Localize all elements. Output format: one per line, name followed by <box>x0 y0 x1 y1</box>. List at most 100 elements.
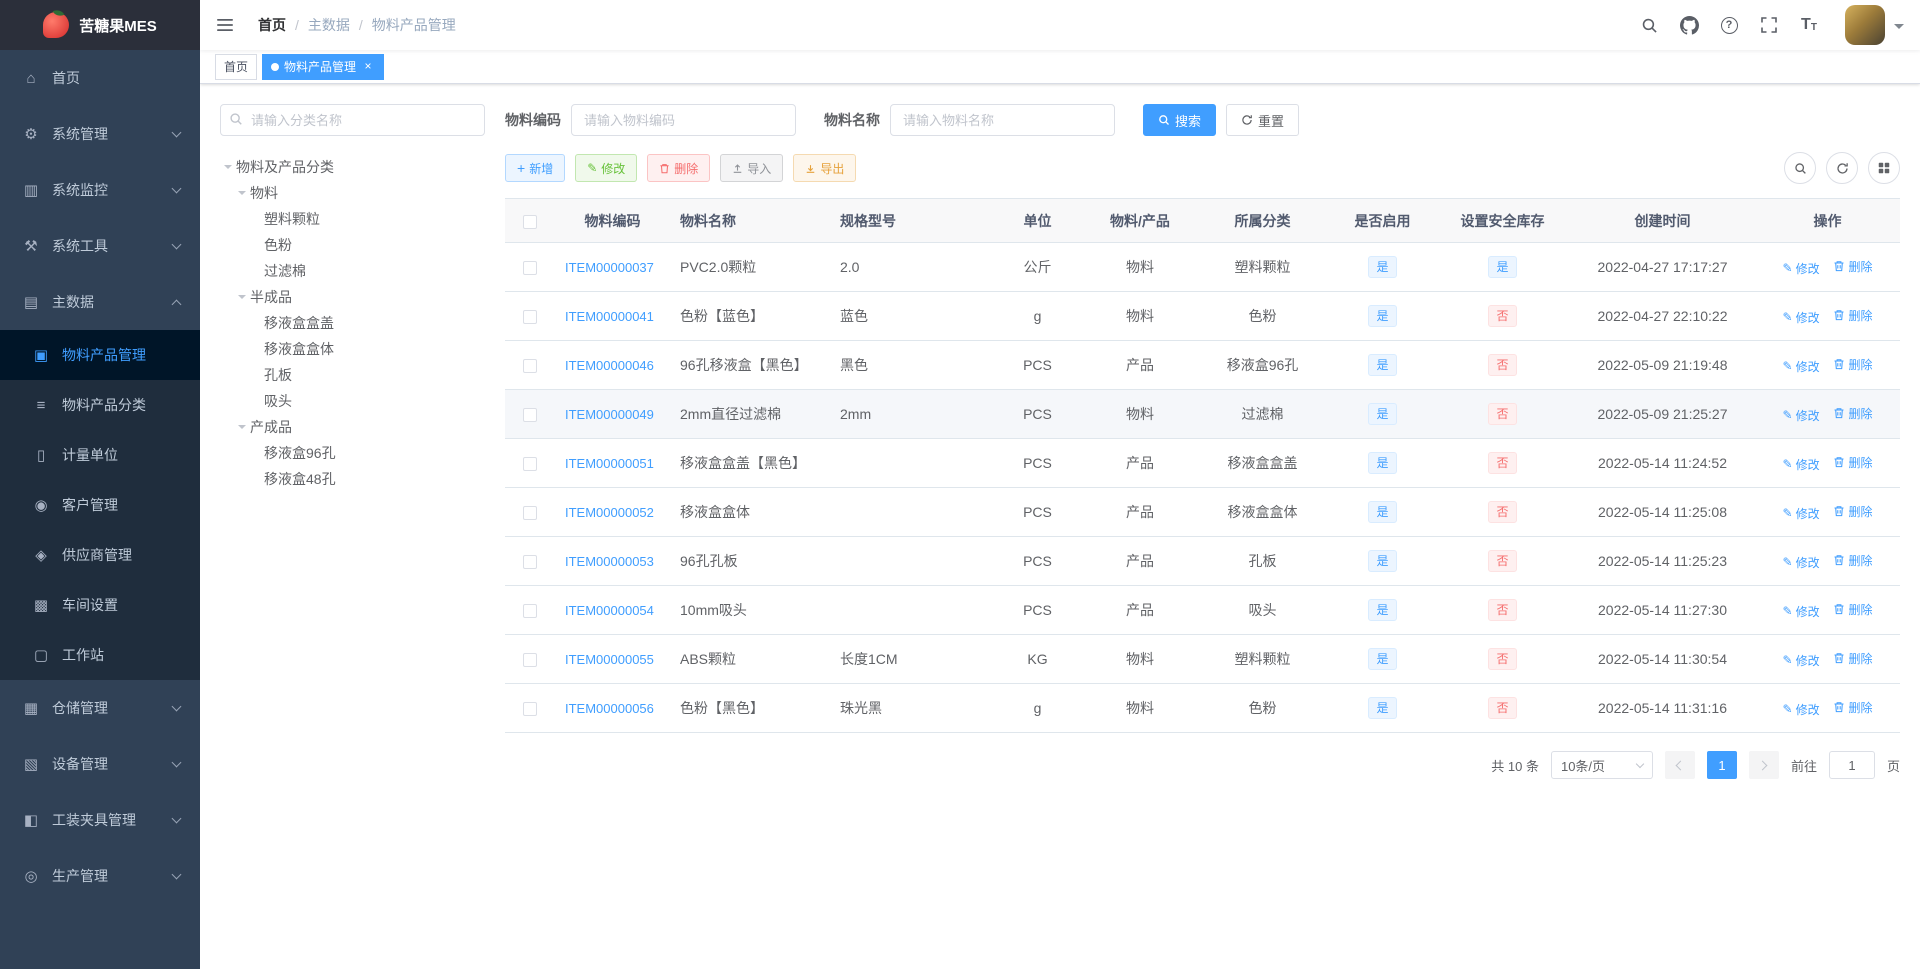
row-checkbox[interactable] <box>523 310 537 325</box>
row-checkbox[interactable] <box>523 261 537 276</box>
fullscreen-icon[interactable] <box>1749 0 1789 50</box>
row-edit-button[interactable]: 修改 <box>1783 554 1820 571</box>
row-edit-button[interactable]: 修改 <box>1783 358 1820 375</box>
prev-page-button[interactable] <box>1664 751 1695 779</box>
sidebar-item-measure-unit[interactable]: ▯ 计量单位 <box>0 430 200 480</box>
row-delete-button[interactable]: 删除 <box>1833 699 1872 716</box>
sidebar-item-supplier[interactable]: ◈ 供应商管理 <box>0 530 200 580</box>
user-menu[interactable] <box>1839 5 1910 45</box>
tab-inactive[interactable]: 首页 <box>215 53 258 80</box>
sidebar-item-workstation[interactable]: ▢ 工作站 <box>0 630 200 680</box>
sidebar-item-fixture[interactable]: ◧ 工装夹具管理 <box>0 792 200 848</box>
tree-node[interactable]: 吸头 <box>220 388 485 414</box>
row-delete-button[interactable]: 删除 <box>1833 601 1872 618</box>
reset-button[interactable]: 重置 <box>1226 104 1300 136</box>
row-checkbox[interactable] <box>523 359 537 374</box>
tree-node[interactable]: 塑料颗粒 <box>220 206 485 232</box>
row-edit-button[interactable]: 修改 <box>1783 309 1820 326</box>
row-delete-button[interactable]: 删除 <box>1833 503 1872 520</box>
tree-node[interactable]: 物料及产品分类 <box>220 154 485 180</box>
row-edit-button[interactable]: 修改 <box>1783 603 1820 620</box>
sidebar-item-home[interactable]: ⌂ 首页 <box>0 50 200 106</box>
material-code-link[interactable]: ITEM00000053 <box>565 554 654 569</box>
material-code-link[interactable]: ITEM00000056 <box>565 701 654 716</box>
row-checkbox[interactable] <box>523 457 537 472</box>
row-checkbox[interactable] <box>523 408 537 423</box>
breadcrumb-item[interactable]: 首页 <box>258 15 286 35</box>
font-size-icon[interactable] <box>1789 0 1829 50</box>
add-button[interactable]: 新增 <box>505 154 566 182</box>
tree-node[interactable]: 移液盒盒体 <box>220 336 485 362</box>
category-search-input[interactable] <box>220 104 485 136</box>
row-edit-button[interactable]: 修改 <box>1783 505 1820 522</box>
help-icon[interactable] <box>1709 0 1749 50</box>
row-checkbox[interactable] <box>523 604 537 619</box>
row-checkbox[interactable] <box>523 653 537 668</box>
sidebar-item-customer[interactable]: ◉ 客户管理 <box>0 480 200 530</box>
sidebar-item-gear[interactable]: ⚙ 系统管理 <box>0 106 200 162</box>
tree-node[interactable]: 移液盒48孔 <box>220 466 485 492</box>
tree-node[interactable]: 物料 <box>220 180 485 206</box>
edit-button[interactable]: 修改 <box>575 154 638 182</box>
row-delete-button[interactable]: 删除 <box>1833 650 1872 667</box>
material-name-input[interactable] <box>890 104 1115 136</box>
columns-button[interactable] <box>1868 152 1900 184</box>
tree-node[interactable]: 产成品 <box>220 414 485 440</box>
page-size-select[interactable]: 10条/页 <box>1550 751 1653 779</box>
sidebar-item-material-management[interactable]: ▣ 物料产品管理 <box>0 330 200 380</box>
sidebar-item-database[interactable]: ▤ 主数据 <box>0 274 200 330</box>
sidebar-item-device[interactable]: ▧ 设备管理 <box>0 736 200 792</box>
material-code-link[interactable]: ITEM00000041 <box>565 309 654 324</box>
delete-button[interactable]: 删除 <box>647 154 711 182</box>
row-delete-button[interactable]: 删除 <box>1833 405 1872 422</box>
row-delete-button[interactable]: 删除 <box>1833 307 1872 324</box>
page-1-button[interactable]: 1 <box>1706 751 1737 779</box>
sidebar-item-material-category[interactable]: ≡ 物料产品分类 <box>0 380 200 430</box>
app-logo[interactable]: 苦糖果MES <box>0 0 200 50</box>
row-checkbox[interactable] <box>523 506 537 521</box>
material-code-link[interactable]: ITEM00000052 <box>565 505 654 520</box>
row-edit-button[interactable]: 修改 <box>1783 260 1820 277</box>
sidebar-item-workshop[interactable]: ▩ 车间设置 <box>0 580 200 630</box>
tree-node[interactable]: 移液盒96孔 <box>220 440 485 466</box>
import-button[interactable]: 导入 <box>720 154 784 182</box>
tree-node[interactable]: 过滤棉 <box>220 258 485 284</box>
row-checkbox[interactable] <box>523 555 537 570</box>
select-all-checkbox[interactable] <box>523 214 537 229</box>
material-code-link[interactable]: ITEM00000037 <box>565 260 654 275</box>
material-code-link[interactable]: ITEM00000054 <box>565 603 654 618</box>
toggle-search-button[interactable] <box>1784 152 1816 184</box>
tab-close-icon[interactable] <box>361 60 375 74</box>
tree-node[interactable]: 色粉 <box>220 232 485 258</box>
sidebar-item-tools[interactable]: ⚒ 系统工具 <box>0 218 200 274</box>
row-checkbox[interactable] <box>523 702 537 717</box>
material-code-link[interactable]: ITEM00000055 <box>565 652 654 667</box>
material-code-link[interactable]: ITEM00000046 <box>565 358 654 373</box>
tree-node[interactable]: 孔板 <box>220 362 485 388</box>
row-delete-button[interactable]: 删除 <box>1833 552 1872 569</box>
sidebar-item-warehouse[interactable]: ▦ 仓储管理 <box>0 680 200 736</box>
tree-node[interactable]: 半成品 <box>220 284 485 310</box>
next-page-button[interactable] <box>1748 751 1779 779</box>
material-code-link[interactable]: ITEM00000049 <box>565 407 654 422</box>
sidebar-item-monitor[interactable]: ▥ 系统监控 <box>0 162 200 218</box>
row-edit-button[interactable]: 修改 <box>1783 456 1820 473</box>
tab-active[interactable]: 物料产品管理 <box>262 53 385 80</box>
goto-page-input[interactable] <box>1828 751 1875 779</box>
row-delete-button[interactable]: 删除 <box>1833 258 1872 275</box>
refresh-button[interactable] <box>1826 152 1858 184</box>
row-delete-button[interactable]: 删除 <box>1833 356 1872 373</box>
hamburger-icon[interactable] <box>200 0 250 50</box>
sidebar-item-production[interactable]: ◎ 生产管理 <box>0 848 200 904</box>
row-edit-button[interactable]: 修改 <box>1783 701 1820 718</box>
row-edit-button[interactable]: 修改 <box>1783 407 1820 424</box>
tree-node[interactable]: 移液盒盒盖 <box>220 310 485 336</box>
export-button[interactable]: 导出 <box>793 154 857 182</box>
row-edit-button[interactable]: 修改 <box>1783 652 1820 669</box>
search-button[interactable]: 搜索 <box>1143 104 1217 136</box>
material-code-link[interactable]: ITEM00000051 <box>565 456 654 471</box>
row-delete-button[interactable]: 删除 <box>1833 454 1872 471</box>
material-code-input[interactable] <box>571 104 796 136</box>
github-icon[interactable] <box>1669 0 1709 50</box>
search-icon[interactable] <box>1629 0 1669 50</box>
